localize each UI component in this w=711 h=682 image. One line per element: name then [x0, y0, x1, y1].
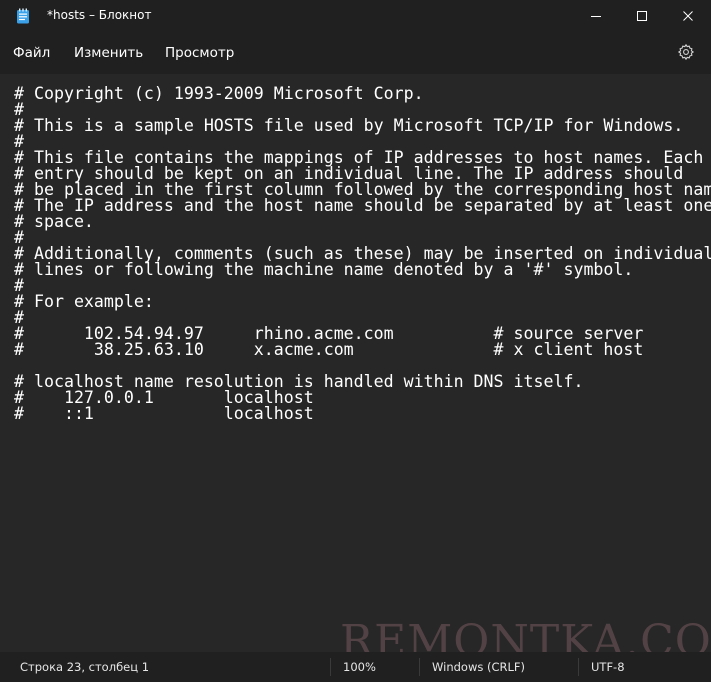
title-bar[interactable]: *hosts – Блокнот: [0, 0, 711, 32]
menu-file[interactable]: Файл: [13, 45, 50, 61]
close-button[interactable]: [665, 0, 711, 32]
cursor-position: Строка 23, столбец 1: [20, 660, 150, 674]
notepad-window: *hosts – Блокнот Файл Изменить Просмотр: [0, 0, 711, 682]
menu-edit[interactable]: Изменить: [74, 45, 143, 61]
close-icon: [683, 11, 693, 21]
status-divider: [330, 658, 331, 676]
maximize-icon: [637, 11, 647, 21]
notepad-icon: [17, 8, 29, 24]
menu-bar: Файл Изменить Просмотр: [0, 32, 711, 74]
zoom-level: 100%: [343, 660, 376, 674]
minimize-icon: [591, 16, 601, 17]
menu-view[interactable]: Просмотр: [165, 45, 234, 61]
gear-icon[interactable]: [677, 43, 695, 61]
maximize-button[interactable]: [619, 0, 665, 32]
watermark: REMONTKA.COM: [340, 616, 711, 652]
window-title: *hosts – Блокнот: [47, 8, 152, 22]
editor-content: # Copyright (c) 1993-2009 Microsoft Corp…: [14, 84, 711, 423]
status-divider: [419, 658, 420, 676]
line-endings: Windows (CRLF): [432, 660, 526, 674]
status-divider: [578, 658, 579, 676]
encoding: UTF-8: [591, 660, 625, 674]
status-bar: Строка 23, столбец 1 100% Windows (CRLF)…: [0, 652, 711, 682]
text-editor[interactable]: # Copyright (c) 1993-2009 Microsoft Corp…: [0, 74, 711, 652]
minimize-button[interactable]: [573, 0, 619, 32]
